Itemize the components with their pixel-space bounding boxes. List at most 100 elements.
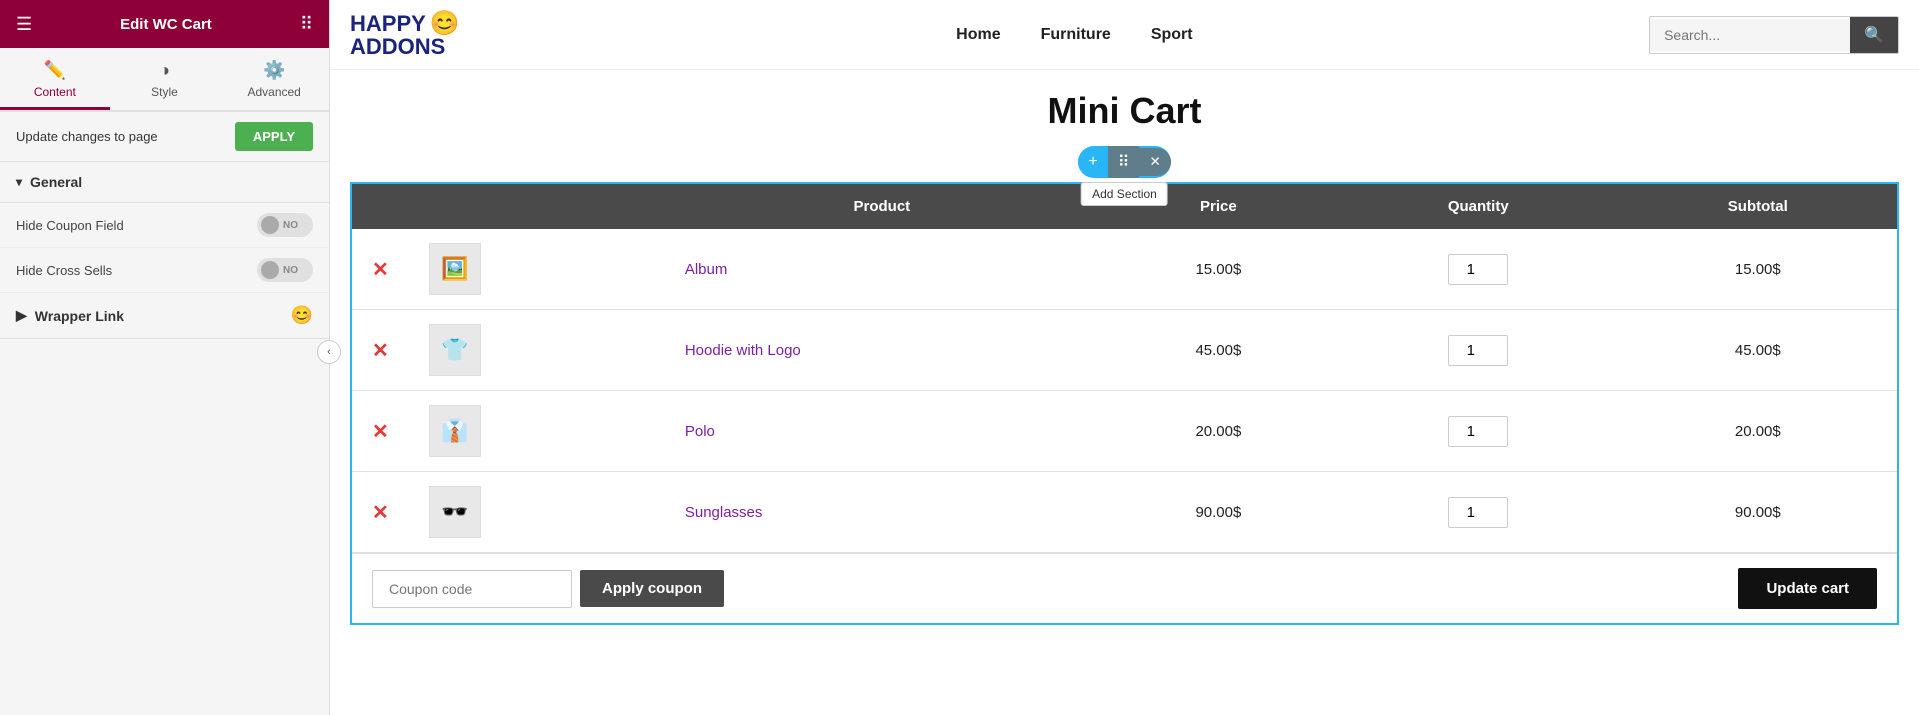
col-product-header: Product xyxy=(665,184,1099,229)
hide-cross-sells-row: Hide Cross Sells NO xyxy=(0,248,329,293)
name-cell: Album xyxy=(665,229,1099,310)
search-input[interactable] xyxy=(1650,19,1850,51)
col-thumb xyxy=(409,184,665,229)
advanced-icon: ⚙️ xyxy=(263,60,285,81)
collapse-handle[interactable]: ‹ xyxy=(317,340,341,364)
qty-cell xyxy=(1338,310,1619,391)
add-section-controls: + ⠿ ✕ Add Section xyxy=(1078,146,1170,178)
thumb-cell: 🖼️ xyxy=(409,229,665,310)
qty-input[interactable] xyxy=(1448,254,1508,285)
table-row: ✕ 🖼️ Album 15.00$ 15.00$ xyxy=(352,229,1897,310)
toggle-circle xyxy=(261,216,279,234)
tabs-row: ✏️ Content ◑ Style ⚙️ Advanced xyxy=(0,48,329,112)
hide-coupon-field-row: Hide Coupon Field NO xyxy=(0,203,329,248)
hide-cross-sells-label: Hide Cross Sells xyxy=(16,263,112,278)
thumb-cell: 🕶️ xyxy=(409,472,665,553)
col-quantity-header: Quantity xyxy=(1338,184,1619,229)
table-row: ✕ 🕶️ Sunglasses 90.00$ 90.00$ xyxy=(352,472,1897,553)
site-nav: HAPPY 😊 ADDONS Home Furniture Sport 🔍 xyxy=(330,0,1919,70)
drag-handle-icon[interactable]: ⠿ xyxy=(1108,146,1140,178)
tab-style[interactable]: ◑ Style xyxy=(110,48,220,110)
nav-home[interactable]: Home xyxy=(956,26,1000,44)
product-thumb: 🖼️ xyxy=(429,243,481,295)
toggle-no-text-2: NO xyxy=(283,265,298,276)
product-thumb: 🕶️ xyxy=(429,486,481,538)
coupon-input[interactable] xyxy=(372,570,572,608)
tab-content-label: Content xyxy=(34,85,76,99)
add-section-button[interactable]: + xyxy=(1078,147,1107,177)
hamburger-icon[interactable]: ☰ xyxy=(16,14,32,35)
thumb-cell: 👕 xyxy=(409,310,665,391)
qty-cell xyxy=(1338,472,1619,553)
grid-icon[interactable]: ⠿ xyxy=(300,14,313,35)
wrapper-link-right: 😊 xyxy=(291,305,313,326)
hide-cross-sells-toggle[interactable]: NO xyxy=(257,258,313,282)
search-button[interactable]: 🔍 xyxy=(1850,17,1898,53)
qty-input[interactable] xyxy=(1448,335,1508,366)
add-section-bar: + ⠿ ✕ Add Section xyxy=(330,142,1919,182)
page-content: Mini Cart + ⠿ ✕ Add Section xyxy=(330,70,1919,715)
tab-style-label: Style xyxy=(151,85,178,99)
qty-input[interactable] xyxy=(1448,416,1508,447)
left-panel: ☰ Edit WC Cart ⠿ ✏️ Content ◑ Style ⚙️ A… xyxy=(0,0,330,715)
cart-container: Product Price Quantity Subtotal ✕ 🖼️ Alb… xyxy=(350,182,1899,625)
remove-cell: ✕ xyxy=(352,310,409,391)
nav-search: 🔍 xyxy=(1649,16,1899,54)
name-cell: Hoodie with Logo xyxy=(665,310,1099,391)
name-cell: Polo xyxy=(665,391,1099,472)
product-thumb: 👔 xyxy=(429,405,481,457)
tab-advanced[interactable]: ⚙️ Advanced xyxy=(219,48,329,110)
nav-links: Home Furniture Sport xyxy=(500,26,1649,44)
hide-coupon-label: Hide Coupon Field xyxy=(16,218,124,233)
remove-button[interactable]: ✕ xyxy=(372,338,389,363)
nav-furniture[interactable]: Furniture xyxy=(1041,26,1111,44)
col-remove xyxy=(352,184,409,229)
general-arrow-icon: ▾ xyxy=(16,175,22,189)
toggle-circle-2 xyxy=(261,261,279,279)
qty-cell xyxy=(1338,391,1619,472)
price-cell: 20.00$ xyxy=(1099,391,1338,472)
style-icon: ◑ xyxy=(159,60,170,81)
tab-advanced-label: Advanced xyxy=(247,85,300,99)
price-cell: 45.00$ xyxy=(1099,310,1338,391)
cart-bottom-row: Apply coupon Update cart xyxy=(352,553,1897,623)
col-subtotal-header: Subtotal xyxy=(1619,184,1897,229)
product-name[interactable]: Polo xyxy=(685,423,715,440)
apply-coupon-button[interactable]: Apply coupon xyxy=(580,570,724,607)
remove-button[interactable]: ✕ xyxy=(372,257,389,282)
price-cell: 15.00$ xyxy=(1099,229,1338,310)
update-cart-button[interactable]: Update cart xyxy=(1738,568,1877,609)
tab-content[interactable]: ✏️ Content xyxy=(0,48,110,110)
panel-title: Edit WC Cart xyxy=(120,16,212,33)
product-name[interactable]: Album xyxy=(685,261,728,278)
add-section-tooltip: Add Section xyxy=(1081,182,1168,206)
subtotal-cell: 45.00$ xyxy=(1619,310,1897,391)
name-cell: Sunglasses xyxy=(665,472,1099,553)
close-section-button[interactable]: ✕ xyxy=(1139,148,1170,176)
update-label: Update changes to page xyxy=(16,129,158,144)
happy-icon: 😊 xyxy=(291,305,313,326)
toggle-no-text: NO xyxy=(283,220,298,231)
update-row: Update changes to page APPLY xyxy=(0,112,329,162)
qty-input[interactable] xyxy=(1448,497,1508,528)
hide-coupon-toggle[interactable]: NO xyxy=(257,213,313,237)
nav-sport[interactable]: Sport xyxy=(1151,26,1193,44)
general-section-header[interactable]: ▾ General xyxy=(0,162,329,203)
remove-cell: ✕ xyxy=(352,229,409,310)
remove-button[interactable]: ✕ xyxy=(372,500,389,525)
general-section-label: General xyxy=(30,174,82,190)
qty-cell xyxy=(1338,229,1619,310)
apply-button[interactable]: APPLY xyxy=(235,122,313,151)
subtotal-cell: 20.00$ xyxy=(1619,391,1897,472)
price-cell: 90.00$ xyxy=(1099,472,1338,553)
subtotal-cell: 15.00$ xyxy=(1619,229,1897,310)
content-icon: ✏️ xyxy=(44,60,66,81)
thumb-cell: 👔 xyxy=(409,391,665,472)
product-name[interactable]: Hoodie with Logo xyxy=(685,342,801,359)
remove-button[interactable]: ✕ xyxy=(372,419,389,444)
logo-happy: HAPPY xyxy=(350,13,426,35)
product-name[interactable]: Sunglasses xyxy=(685,504,763,521)
site-logo: HAPPY 😊 ADDONS xyxy=(350,12,460,58)
wrapper-link-row[interactable]: ▶ Wrapper Link 😊 xyxy=(0,293,329,339)
right-panel: HAPPY 😊 ADDONS Home Furniture Sport 🔍 Mi… xyxy=(330,0,1919,715)
